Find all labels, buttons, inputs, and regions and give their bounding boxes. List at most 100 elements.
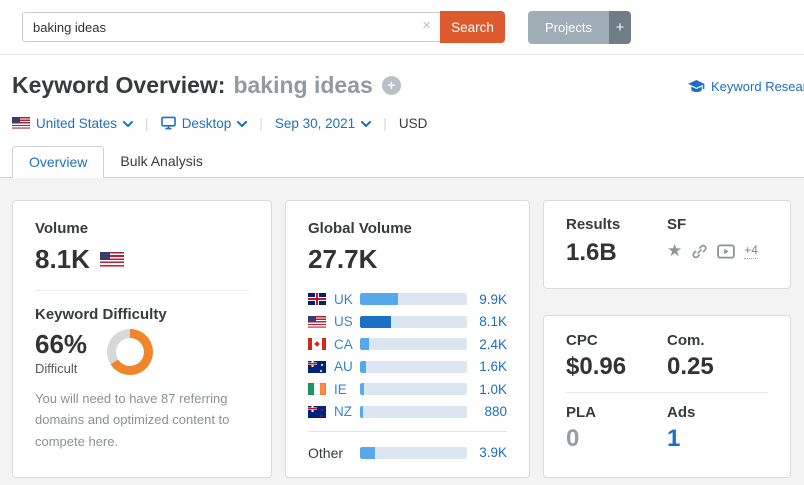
pla-title: PLA — [566, 404, 596, 421]
ads-title: Ads — [667, 404, 696, 421]
sitelinks-icon — [692, 244, 707, 258]
add-project-button[interactable]: + — [608, 10, 631, 44]
cpc-value: $0.96 — [566, 353, 627, 380]
device-filter[interactable]: Desktop — [160, 116, 248, 131]
volume-value: 8.1K — [35, 244, 90, 274]
volume-bar-track — [360, 315, 467, 328]
video-icon — [717, 243, 736, 259]
volume-row-value: 880 — [484, 404, 507, 419]
page-title: Keyword Overview: — [12, 72, 226, 98]
us-flag-icon — [99, 251, 124, 268]
chevron-down-icon — [237, 120, 248, 127]
volume-bar-track — [360, 293, 467, 305]
keyword-difficulty-title: Keyword Difficulty — [35, 306, 167, 323]
competition-value: 0.25 — [667, 353, 714, 380]
filter-separator: | — [383, 115, 387, 131]
global-volume-row: US 8.1K — [308, 314, 507, 329]
ca-flag-icon — [308, 338, 326, 350]
tab-bulk-analysis[interactable]: Bulk Analysis — [104, 146, 218, 177]
filters-bar: United States | Desktop | Sep 30, 2021 |… — [12, 115, 792, 131]
au-flag-icon — [308, 360, 326, 373]
country-filter[interactable]: United States — [12, 115, 134, 131]
us-flag-icon — [12, 117, 30, 129]
volume-row-value: 2.4K — [479, 336, 507, 352]
volume-title: Volume — [35, 220, 89, 237]
divider — [566, 392, 768, 393]
serp-features-title: SF — [667, 216, 687, 233]
results-card: Results 1.6B SF ★ +4 — [543, 200, 791, 289]
filter-separator: | — [259, 115, 263, 131]
us-flag-icon — [308, 315, 326, 328]
volume-row-value: 3.9K — [479, 445, 507, 460]
filter-separator: | — [145, 115, 149, 131]
volume-bar-track — [360, 383, 467, 395]
search-button[interactable]: Search — [440, 11, 505, 43]
top-search-bar: × Search Projects + — [0, 0, 804, 55]
date-filter[interactable]: Sep 30, 2021 — [275, 116, 372, 131]
global-volume-row: CA 2.4K — [308, 336, 507, 352]
page-header: Keyword Overview: baking ideas + Keyword… — [0, 55, 804, 131]
country-link-us[interactable]: US — [334, 314, 353, 329]
cpc-title: CPC — [566, 332, 598, 349]
chevron-down-icon — [123, 120, 134, 127]
results-value: 1.6B — [566, 239, 617, 266]
page-title-keyword: baking ideas — [233, 72, 373, 98]
volume-row-value: 1.6K — [479, 359, 507, 374]
country-link-ca[interactable]: CA — [334, 337, 353, 352]
volume-bar-track — [360, 446, 467, 459]
keyword-research-label: Keyword Research — [711, 79, 804, 94]
global-volume-row: UK 9.9K — [308, 291, 507, 307]
country-link-uk[interactable]: UK — [334, 292, 353, 307]
global-volume-card: Global Volume 27.7K UK 9.9K US 8.1K CA 2.4K AU… — [285, 200, 530, 478]
volume-row-value: 8.1K — [479, 314, 507, 329]
tab-bar: Overview Bulk Analysis — [0, 146, 804, 178]
kd-label: Difficult — [35, 361, 78, 376]
overview-content: Volume 8.1K Keyword Difficulty 66% Diffi… — [0, 178, 804, 485]
other-label: Other — [308, 444, 344, 461]
global-volume-value: 27.7K — [308, 244, 378, 274]
volume-bar-fill — [360, 338, 370, 350]
country-link-ie[interactable]: IE — [334, 382, 347, 397]
chevron-down-icon — [361, 120, 372, 127]
add-keyword-icon[interactable]: + — [381, 76, 401, 95]
global-volume-title: Global Volume — [308, 220, 412, 237]
desktop-icon — [160, 116, 176, 130]
search-input[interactable] — [22, 12, 440, 42]
global-volume-row: Other 3.9K — [308, 444, 507, 461]
more-serp-features-link[interactable]: +4 — [744, 243, 758, 259]
global-volume-row: NZ 880 — [308, 404, 507, 419]
volume-bar-fill — [360, 360, 367, 373]
kd-donut-chart — [107, 329, 154, 375]
volume-bar-fill — [360, 383, 364, 395]
global-volume-row: IE 1.0K — [308, 381, 507, 397]
ads-value: 1 — [667, 425, 681, 452]
cpc-card: CPC $0.96 Com. 0.25 PLA 0 Ads 1 — [543, 315, 791, 478]
currency-label: USD — [398, 115, 428, 131]
kd-value: 66% — [35, 329, 88, 359]
tab-overview[interactable]: Overview — [12, 146, 105, 178]
country-link-au[interactable]: AU — [334, 359, 353, 374]
volume-row-value: 1.0K — [479, 381, 507, 397]
divider — [308, 430, 507, 432]
volume-row-value: 9.9K — [479, 291, 507, 307]
country-filter-label: United States — [36, 115, 118, 131]
volume-bar-track — [360, 360, 467, 373]
results-title: Results — [566, 216, 621, 233]
volume-bar-track — [360, 405, 467, 418]
clear-search-icon[interactable]: × — [422, 18, 431, 34]
graduation-cap-icon — [688, 79, 705, 92]
competition-title: Com. — [667, 332, 705, 349]
country-link-nz[interactable]: NZ — [334, 404, 352, 419]
divider — [35, 290, 249, 291]
uk-flag-icon — [308, 293, 326, 305]
nz-flag-icon — [308, 405, 326, 418]
volume-bar-fill — [360, 446, 376, 459]
reviews-star-icon: ★ — [667, 241, 683, 260]
projects-button[interactable]: Projects — [528, 10, 609, 44]
volume-bar-track — [360, 338, 467, 350]
volume-card: Volume 8.1K Keyword Difficulty 66% Diffi… — [12, 200, 272, 478]
kd-note: You will need to have 87 referring domai… — [35, 391, 230, 449]
keyword-research-link[interactable]: Keyword Research — [688, 79, 804, 94]
pla-value: 0 — [566, 425, 580, 452]
volume-bar-fill — [360, 315, 392, 328]
